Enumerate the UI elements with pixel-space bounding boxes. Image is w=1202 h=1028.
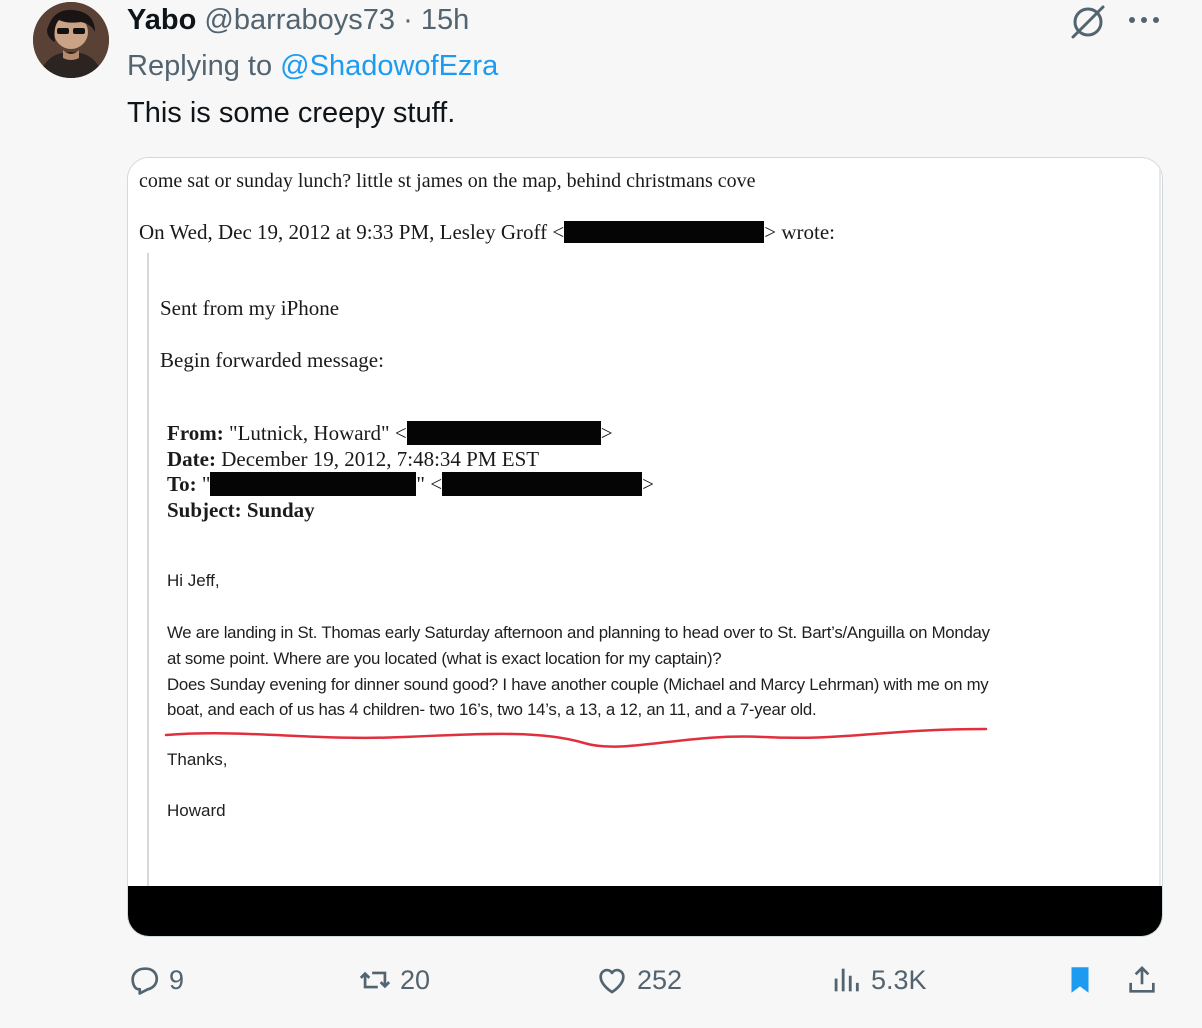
tweet-header: Yabo @barraboys73 · 15h	[127, 3, 469, 37]
to-line: To: " " < >	[167, 472, 654, 497]
reply-count: 9	[169, 964, 185, 995]
thanks: Thanks,	[167, 750, 228, 769]
redacted-from-email	[406, 421, 601, 445]
like-count: 252	[637, 964, 683, 995]
sent-from: Sent from my iPhone	[160, 296, 340, 320]
from-label: From:	[167, 421, 224, 445]
from-value: "Lutnick, Howard" <	[223, 421, 407, 445]
redacted-email	[564, 221, 765, 243]
repost-icon	[359, 971, 391, 989]
date-line: Date: December 19, 2012, 7:48:34 PM EST	[167, 447, 539, 472]
body-line-2: at some point. Where are you located (wh…	[167, 649, 722, 668]
quote-rule	[147, 253, 149, 886]
display-name[interactable]: Yabo	[127, 4, 196, 36]
doc-edge	[1159, 158, 1161, 886]
reply-icon	[131, 967, 159, 995]
share-button[interactable]	[1125, 955, 1167, 1005]
replying-to-label: Replying to	[127, 50, 273, 82]
black-bar	[128, 886, 1162, 936]
tweet[interactable]: Yabo @barraboys73 · 15h Replying to @Sha…	[0, 0, 1202, 1028]
subject-label: Subject:	[167, 498, 242, 522]
to-label: To:	[167, 472, 197, 496]
subject-line: Subject: Sunday	[167, 498, 315, 523]
avatar-image	[33, 2, 109, 78]
reply-mention-link[interactable]: @ShadowofEzra	[280, 50, 498, 82]
quoted-header: On Wed, Dec 19, 2012 at 9:33 PM, Lesley …	[139, 220, 835, 245]
begin-forwarded: Begin forwarded message:	[160, 348, 384, 372]
avatar[interactable]	[33, 2, 109, 78]
body-line-1: We are landing in St. Thomas early Satur…	[167, 623, 990, 642]
repost-button[interactable]: 20	[358, 955, 430, 1005]
subject-value: Sunday	[241, 498, 315, 522]
views-icon	[834, 968, 859, 992]
tweet-text: This is some creepy stuff.	[127, 97, 456, 129]
date-label: Date:	[167, 447, 216, 471]
share-icon	[1129, 966, 1155, 993]
signature: Howard	[167, 801, 226, 820]
views-button[interactable]: 5.3K	[829, 955, 927, 1005]
like-button[interactable]: 252	[595, 955, 682, 1005]
greeting: Hi Jeff,	[167, 571, 220, 590]
user-handle[interactable]: @barraboys73	[204, 4, 395, 36]
bookmark-button[interactable]	[1063, 955, 1105, 1005]
like-icon	[599, 968, 625, 994]
bookmark-icon	[1071, 967, 1089, 993]
quoted-header-suffix: > wrote:	[764, 220, 835, 244]
to-mid: " <	[416, 472, 443, 496]
grok-icon[interactable]	[1069, 3, 1107, 41]
action-bar: 9 20 252 5.3K	[0, 955, 1202, 1005]
repost-count: 20	[400, 964, 431, 995]
from-close: >	[600, 421, 613, 445]
replying-to: Replying to @ShadowofEzra	[127, 49, 498, 83]
body-line-3: Does Sunday evening for dinner sound goo…	[167, 675, 989, 694]
views-count: 5.3K	[871, 964, 927, 995]
timestamp[interactable]: 15h	[421, 4, 469, 36]
from-line: From: "Lutnick, Howard" < >	[167, 421, 613, 446]
to-open-quote: "	[196, 472, 211, 496]
redacted-to-name	[210, 472, 417, 496]
quoted-header-prefix: On Wed, Dec 19, 2012 at 9:33 PM, Lesley …	[139, 220, 565, 244]
date-value: December 19, 2012, 7:48:34 PM EST	[215, 447, 540, 471]
body-line-4: boat, and each of us has 4 children- two…	[167, 700, 817, 719]
separator-dot: ·	[403, 4, 413, 36]
reply-button[interactable]: 9	[127, 955, 184, 1005]
red-underline-annotation	[164, 727, 988, 748]
tweet-media-image[interactable]: come sat or sunday lunch? little st jame…	[127, 157, 1163, 937]
doc-line-1: come sat or sunday lunch? little st jame…	[139, 170, 756, 192]
more-icon[interactable]	[1124, 8, 1164, 32]
email-document: come sat or sunday lunch? little st jame…	[128, 158, 1162, 886]
redacted-to-email	[442, 472, 643, 496]
to-close: >	[642, 472, 654, 496]
